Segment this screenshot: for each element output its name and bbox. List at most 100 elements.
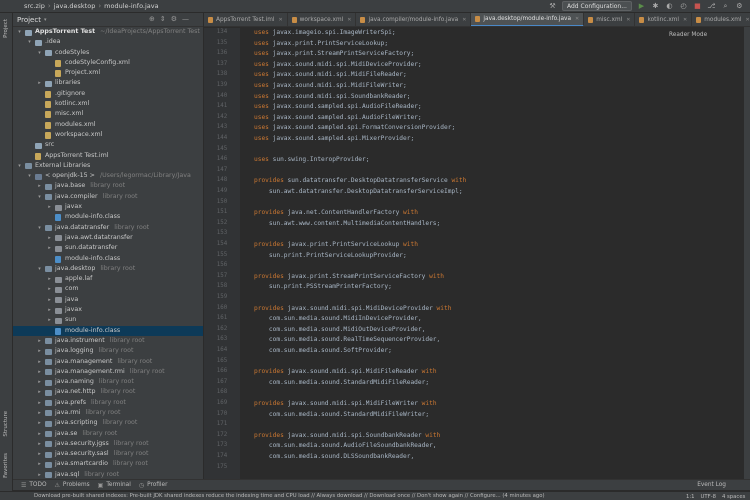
close-tab-icon[interactable]: ✕ (746, 17, 750, 23)
chevron-right-icon[interactable]: ▸ (46, 233, 53, 243)
tree-item[interactable]: ▸ java.management.rmi library root (13, 367, 203, 377)
debug-icon[interactable]: ✱ (651, 2, 660, 10)
chevron-right-icon[interactable]: ▸ (36, 449, 43, 459)
editor-tab[interactable]: workspace.xml ✕ (288, 13, 357, 26)
tree-item[interactable]: ▾ java.desktop library root (13, 264, 203, 274)
profile-icon[interactable]: ◴ (679, 2, 688, 10)
chevron-right-icon[interactable]: ▸ (36, 459, 43, 469)
tree-item[interactable]: codeStyleConfig.xml (13, 58, 203, 68)
chevron-right-icon[interactable]: ▸ (36, 408, 43, 418)
project-view-selector[interactable]: Project (17, 16, 41, 24)
chevron-right-icon[interactable]: ▸ (46, 284, 53, 294)
tree-item[interactable]: ▾ AppsTorrent Test ~/IdeaProjects/AppsTorr… (13, 27, 203, 37)
settings-gear-icon[interactable]: ⚙ (171, 15, 177, 23)
chevron-down-icon[interactable]: ▾ (44, 17, 47, 23)
chevron-right-icon[interactable]: ▸ (46, 295, 53, 305)
tree-item[interactable]: ▸ java.instrument library root (13, 336, 203, 346)
tree-item[interactable]: ▸ libraries (13, 78, 203, 88)
tree-item[interactable]: ▾ java.compiler library root (13, 192, 203, 202)
search-icon[interactable]: ⌕ (721, 2, 730, 11)
tree-item[interactable]: ▸ java.sql library root (13, 470, 203, 479)
tree-item[interactable]: module-info.class (13, 254, 203, 264)
chevron-down-icon[interactable]: ▾ (36, 192, 43, 202)
tree-item[interactable]: ▸ java.smartcardio library root (13, 459, 203, 469)
chevron-right-icon[interactable]: ▸ (46, 305, 53, 315)
cursor-position[interactable]: 1:1 (686, 494, 695, 500)
structure-tool-tab[interactable]: Structure (3, 411, 9, 437)
close-tab-icon[interactable]: ✕ (683, 17, 687, 23)
tree-item[interactable]: misc.xml (13, 109, 203, 119)
tree-item[interactable]: module-info.class (13, 212, 203, 222)
settings-gear-icon[interactable]: ⚙ (735, 2, 744, 10)
chevron-right-icon[interactable]: ▸ (36, 439, 43, 449)
breadcrumb-file[interactable]: module-info.java (104, 2, 158, 10)
chevron-down-icon[interactable]: ▾ (16, 27, 23, 37)
locate-icon[interactable]: ⊕ (149, 15, 155, 23)
tree-item[interactable]: ▾ .idea (13, 37, 203, 47)
tree-item[interactable]: ▸ java.management library root (13, 357, 203, 367)
chevron-right-icon[interactable]: ▸ (36, 387, 43, 397)
hide-panel-icon[interactable]: — (182, 15, 189, 23)
tree-item[interactable]: ▸ javax (13, 305, 203, 315)
tree-item[interactable]: Project.xml (13, 68, 203, 78)
run-icon[interactable]: ▶ (637, 2, 646, 10)
chevron-right-icon[interactable]: ▸ (46, 315, 53, 325)
close-tab-icon[interactable]: ✕ (575, 16, 579, 22)
editor-tab[interactable]: misc.xml ✕ (584, 13, 636, 26)
build-hammer-icon[interactable]: ⚒ (548, 2, 557, 10)
chevron-down-icon[interactable]: ▾ (16, 161, 23, 171)
close-tab-icon[interactable]: ✕ (278, 17, 282, 23)
chevron-right-icon[interactable]: ▸ (36, 346, 43, 356)
chevron-down-icon[interactable]: ▾ (36, 264, 43, 274)
coverage-icon[interactable]: ◐ (665, 2, 674, 10)
chevron-down-icon[interactable]: ▾ (36, 48, 43, 58)
add-configuration-button[interactable]: Add Configuration... (562, 1, 632, 11)
chevron-right-icon[interactable]: ▸ (36, 336, 43, 346)
tree-item[interactable]: ▸ java (13, 295, 203, 305)
bottom-tool-button[interactable]: ◷ Profiler (139, 482, 168, 489)
editor-tab[interactable]: java.compiler/module-info.java ✕ (356, 13, 472, 26)
tree-item[interactable]: ▸ java.awt.datatransfer (13, 233, 203, 243)
chevron-right-icon[interactable]: ▸ (36, 377, 43, 387)
tree-item[interactable]: ▸ sun.datatransfer (13, 243, 203, 253)
tree-item[interactable]: ▸ java.naming library root (13, 377, 203, 387)
close-tab-icon[interactable]: ✕ (626, 17, 630, 23)
tree-item[interactable]: ▾ < openjdk-15 > /Users/legormac/Library/J… (13, 171, 203, 181)
tree-item[interactable]: modules.xml (13, 120, 203, 130)
tree-item[interactable]: workspace.xml (13, 130, 203, 140)
tree-item[interactable]: ▸ java.security.sasl library root (13, 449, 203, 459)
reader-mode-toggle[interactable]: Reader Mode (669, 32, 707, 38)
chevron-right-icon[interactable]: ▸ (36, 418, 43, 428)
chevron-right-icon[interactable]: ▸ (46, 202, 53, 212)
tree-item[interactable]: ▾ java.datatransfer library root (13, 223, 203, 233)
chevron-right-icon[interactable]: ▸ (36, 357, 43, 367)
tree-item[interactable]: kotlinc.xml (13, 99, 203, 109)
file-encoding[interactable]: UTF-8 (701, 494, 716, 500)
chevron-right-icon[interactable]: ▸ (36, 78, 43, 88)
breadcrumb-root[interactable]: src.zip (24, 2, 45, 10)
indent-setting[interactable]: 4 spaces (722, 494, 745, 500)
editor-tab[interactable]: modules.xml ✕ (692, 13, 750, 26)
close-tab-icon[interactable]: ✕ (347, 17, 351, 23)
tree-item[interactable]: ▸ com (13, 284, 203, 294)
chevron-down-icon[interactable]: ▾ (26, 37, 33, 47)
project-tool-tab[interactable]: Project (3, 19, 9, 38)
event-log-button[interactable]: Event Log (697, 482, 726, 488)
close-tab-icon[interactable]: ✕ (462, 17, 466, 23)
editor-tab[interactable]: AppsTorrent Test.iml ✕ (204, 13, 288, 26)
tree-item[interactable]: ▸ java.logging library root (13, 346, 203, 356)
tree-item[interactable]: ▾ codeStyles (13, 48, 203, 58)
editor-tab[interactable]: java.desktop/module-info.java ✕ (471, 13, 585, 26)
chevron-right-icon[interactable]: ▸ (46, 274, 53, 284)
tree-item[interactable]: ▸ java.base library root (13, 181, 203, 191)
tree-item[interactable]: ▸ java.se library root (13, 429, 203, 439)
stop-icon[interactable]: ■ (693, 2, 702, 10)
chevron-right-icon[interactable]: ▸ (36, 429, 43, 439)
chevron-right-icon[interactable]: ▸ (36, 367, 43, 377)
status-message[interactable]: Download pre-built shared indexes: Pre-b… (34, 493, 545, 499)
tree-item[interactable]: ▸ java.rmi library root (13, 408, 203, 418)
tree-item[interactable]: ▾ External Libraries (13, 161, 203, 171)
favorites-tool-tab[interactable]: Favorites (3, 453, 9, 478)
code-editor[interactable]: 134 135 136 137 138 139 140 141 142 143 144 145 146 1… (204, 28, 744, 479)
bottom-tool-button[interactable]: ▣ Terminal (98, 482, 131, 489)
